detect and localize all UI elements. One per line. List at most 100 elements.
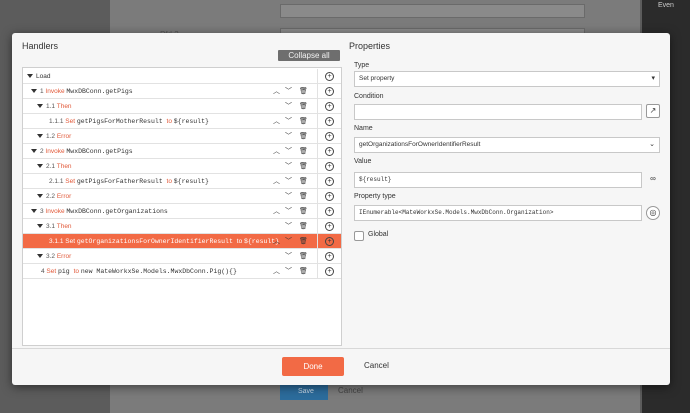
collapse-all-button[interactable]: Collapse all xyxy=(278,50,340,61)
handler-row[interactable]: 3 Invoke MwxDBConn.getOrganizations ︿ ﹀ 🗑 + xyxy=(23,204,341,219)
move-down-icon[interactable]: ﹀ xyxy=(285,264,292,279)
name-select[interactable]: getOrganizationsForOwnerIdentifierResult… xyxy=(354,137,660,153)
expand-triangle-icon[interactable] xyxy=(31,149,37,154)
add-handler-icon[interactable]: + xyxy=(325,102,334,111)
move-up-icon[interactable]: ︿ xyxy=(273,264,280,279)
handler-row[interactable]: 4 Set pig to new MateWorkxSe.Models.MwxD… xyxy=(23,264,341,279)
handler-number: 1.1 xyxy=(46,103,57,110)
handler-row[interactable]: 2.1 Then ﹀ 🗑 + xyxy=(23,159,341,174)
move-up-icon[interactable]: ︿ xyxy=(273,174,280,189)
delete-icon[interactable]: 🗑 xyxy=(299,189,308,204)
delete-icon[interactable]: 🗑 xyxy=(299,174,308,189)
done-button[interactable]: Done xyxy=(282,357,344,376)
move-down-icon[interactable]: ﹀ xyxy=(285,219,292,234)
chevron-down-icon: ⌄ xyxy=(649,141,655,148)
delete-icon[interactable]: 🗑 xyxy=(299,204,308,219)
move-down-icon[interactable]: ﹀ xyxy=(285,174,292,189)
move-up-icon[interactable]: ︿ xyxy=(273,234,280,249)
row-actions: + xyxy=(317,189,341,204)
type-select[interactable]: Set property ▾ xyxy=(354,71,660,87)
handler-row[interactable]: 1.1 Then ﹀ 🗑 + xyxy=(23,99,341,114)
add-handler-icon[interactable]: + xyxy=(325,177,334,186)
expand-triangle-icon[interactable] xyxy=(31,89,37,94)
move-up-icon[interactable]: ︿ xyxy=(273,144,280,159)
add-handler-icon[interactable]: + xyxy=(325,237,334,246)
expand-triangle-icon[interactable] xyxy=(37,134,43,139)
delete-icon[interactable]: 🗑 xyxy=(299,234,308,249)
delete-icon[interactable]: 🗑 xyxy=(299,144,308,159)
handler-keyword: to xyxy=(236,238,244,245)
expand-triangle-icon[interactable] xyxy=(37,164,43,169)
add-handler-icon[interactable]: + xyxy=(325,252,334,261)
value-input[interactable]: ${result} xyxy=(354,172,642,188)
condition-input[interactable] xyxy=(354,104,642,120)
open-external-icon[interactable]: ↗ xyxy=(646,104,660,118)
add-handler-icon[interactable]: + xyxy=(325,267,334,276)
add-handler-icon[interactable]: + xyxy=(325,147,334,156)
add-handler-icon[interactable]: + xyxy=(325,132,334,141)
move-down-icon[interactable]: ﹀ xyxy=(285,189,292,204)
row-actions: + xyxy=(317,249,341,264)
global-checkbox[interactable] xyxy=(354,231,364,241)
move-up-icon[interactable]: ︿ xyxy=(273,114,280,129)
handler-row[interactable]: 3.1.1 Set getOrganizationsForOwnerIdenti… xyxy=(23,234,341,249)
expand-triangle-icon[interactable] xyxy=(37,224,43,229)
move-down-icon[interactable]: ﹀ xyxy=(285,204,292,219)
delete-icon[interactable]: 🗑 xyxy=(299,84,308,99)
delete-icon[interactable]: 🗑 xyxy=(299,249,308,264)
add-handler-icon[interactable]: + xyxy=(325,162,334,171)
add-handler-icon[interactable]: + xyxy=(325,192,334,201)
move-up-icon[interactable]: ︿ xyxy=(273,84,280,99)
handler-row[interactable]: 2.1.1 Set getPigsForFatherResult to ${re… xyxy=(23,174,341,189)
delete-icon[interactable]: 🗑 xyxy=(299,129,308,144)
handler-row[interactable]: 1 Invoke MwxDBConn.getPigs ︿ ﹀ 🗑 + xyxy=(23,84,341,99)
expand-triangle-icon[interactable] xyxy=(37,254,43,259)
move-down-icon[interactable]: ﹀ xyxy=(285,159,292,174)
properties-title: Properties xyxy=(349,41,391,51)
handler-row-label: 1.1.1 Set getPigsForMotherResult to ${re… xyxy=(49,114,209,129)
delete-icon[interactable]: 🗑 xyxy=(299,219,308,234)
delete-icon[interactable]: 🗑 xyxy=(299,159,308,174)
property-type-input[interactable]: IEnumerable<MateWorkxSe.Models.MwxDbConn… xyxy=(354,205,642,221)
handler-row-label: 2.2 Error xyxy=(37,189,71,204)
background-field xyxy=(280,4,585,18)
handler-row[interactable]: Load + xyxy=(23,69,341,84)
move-down-icon[interactable]: ﹀ xyxy=(285,114,292,129)
handler-keyword: Error xyxy=(56,193,72,200)
move-down-icon[interactable]: ﹀ xyxy=(285,144,292,159)
name-label: Name xyxy=(354,125,373,132)
add-handler-icon[interactable]: + xyxy=(325,87,334,96)
handler-target: Load xyxy=(36,73,51,80)
move-down-icon[interactable]: ﹀ xyxy=(285,234,292,249)
move-down-icon[interactable]: ﹀ xyxy=(285,129,292,144)
delete-icon[interactable]: 🗑 xyxy=(299,264,308,279)
type-picker-icon[interactable]: ◎ xyxy=(646,206,660,220)
expand-triangle-icon[interactable] xyxy=(37,194,43,199)
cancel-button[interactable]: Cancel xyxy=(364,361,389,370)
handler-row[interactable]: 2 Invoke MwxDBConn.getPigs ︿ ﹀ 🗑 + xyxy=(23,144,341,159)
handler-row[interactable]: 1.1.1 Set getPigsForMotherResult to ${re… xyxy=(23,114,341,129)
handler-row[interactable]: 3.2 Error ﹀ 🗑 + xyxy=(23,249,341,264)
handler-row[interactable]: 2.2 Error ﹀ 🗑 + xyxy=(23,189,341,204)
condition-label: Condition xyxy=(354,93,384,100)
delete-icon[interactable]: 🗑 xyxy=(299,99,308,114)
handler-row[interactable]: 3.1 Then ﹀ 🗑 + xyxy=(23,219,341,234)
move-down-icon[interactable]: ﹀ xyxy=(285,99,292,114)
add-handler-icon[interactable]: + xyxy=(325,117,334,126)
add-handler-icon[interactable]: + xyxy=(325,72,334,81)
expand-triangle-icon[interactable] xyxy=(37,104,43,109)
move-up-icon[interactable]: ︿ xyxy=(273,204,280,219)
row-actions: + xyxy=(317,144,341,159)
handler-row[interactable]: 1.2 Error ﹀ 🗑 + xyxy=(23,129,341,144)
move-down-icon[interactable]: ﹀ xyxy=(285,249,292,264)
expand-triangle-icon[interactable] xyxy=(27,74,33,79)
link-icon[interactable]: ∞ xyxy=(646,173,660,187)
row-actions: + xyxy=(317,99,341,114)
delete-icon[interactable]: 🗑 xyxy=(299,114,308,129)
add-handler-icon[interactable]: + xyxy=(325,207,334,216)
expand-triangle-icon[interactable] xyxy=(31,209,37,214)
handler-keyword: Invoke xyxy=(45,88,67,95)
add-handler-icon[interactable]: + xyxy=(325,222,334,231)
move-down-icon[interactable]: ﹀ xyxy=(285,84,292,99)
handlers-tree: Load +1 Invoke MwxDBConn.getPigs ︿ ﹀ 🗑 +1.1… xyxy=(22,67,342,346)
